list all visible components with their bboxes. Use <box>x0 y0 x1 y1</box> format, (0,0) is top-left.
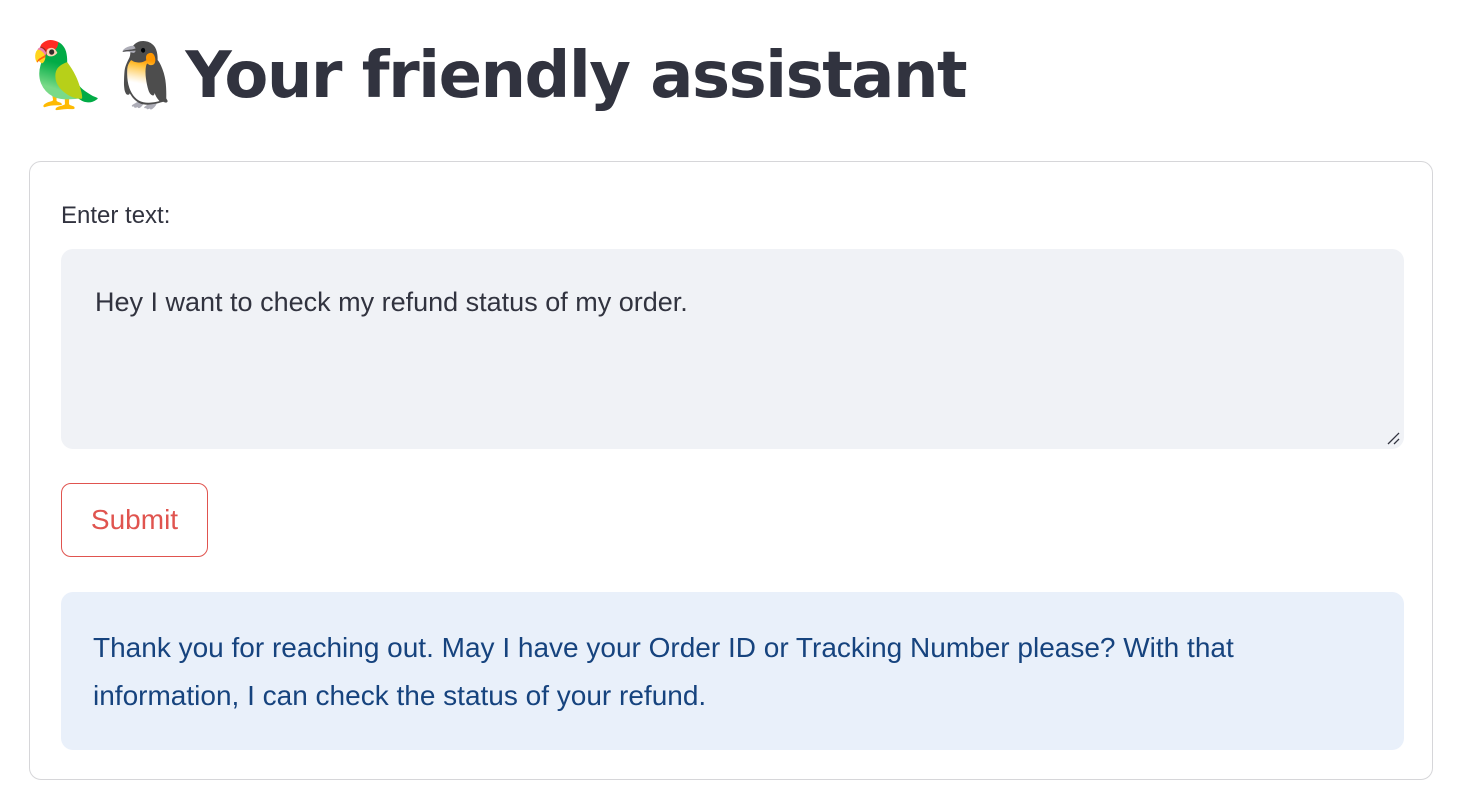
response-message: Thank you for reaching out. May I have y… <box>61 592 1404 750</box>
text-input[interactable]: Hey I want to check my refund status of … <box>61 249 1404 449</box>
resize-handle-icon[interactable] <box>1386 431 1400 445</box>
submit-button[interactable]: Submit <box>61 483 208 557</box>
input-label: Enter text: <box>61 202 171 229</box>
parrot-icon: 🦜 <box>26 39 106 113</box>
penguin-icon: 🐧 <box>105 39 186 113</box>
text-input-value: Hey I want to check my refund status of … <box>95 287 688 317</box>
page-title: 🦜 🐧 Your friendly assistant <box>26 26 968 126</box>
form-container: Enter text: Hey I want to check my refun… <box>29 161 1433 780</box>
page-title-text: Your friendly assistant <box>185 39 967 113</box>
